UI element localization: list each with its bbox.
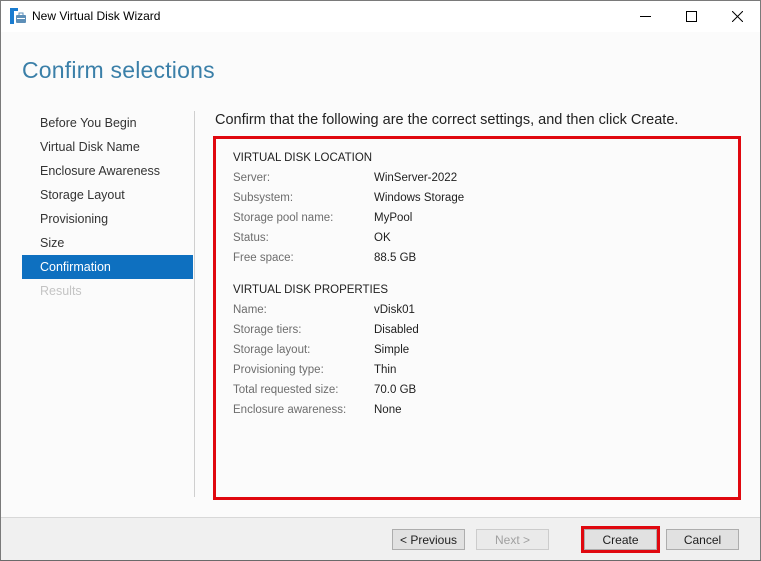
row-value: Windows Storage (374, 192, 465, 204)
row-label: Name: (233, 304, 267, 316)
intro-text: Confirm that the following are the corre… (215, 112, 679, 128)
row-label: Provisioning type: (233, 364, 324, 376)
row-label: Storage layout: (233, 344, 311, 356)
next-button: Next > (476, 529, 549, 550)
nav-item-confirmation[interactable]: Confirmation (22, 255, 193, 279)
nav-divider (194, 111, 195, 497)
window-title: New Virtual Disk Wizard (32, 9, 161, 23)
row-value: MyPool (374, 212, 413, 224)
nav-item-virtual-disk-name[interactable]: Virtual Disk Name (22, 135, 193, 159)
summary-row: Storage pool name: MyPool (233, 212, 713, 232)
nav-item-before-you-begin[interactable]: Before You Begin (22, 111, 193, 135)
row-value: WinServer-2022 (374, 172, 458, 184)
page-title: Confirm selections (22, 57, 215, 83)
close-button[interactable] (714, 1, 760, 32)
nav-item-results: Results (40, 284, 82, 298)
row-label: Status: (233, 232, 269, 244)
row-value: Thin (374, 364, 397, 376)
summary-row: Enclosure awareness: None (233, 404, 713, 424)
wizard-window: New Virtual Disk Wizard Confirm selectio… (0, 0, 761, 561)
close-icon (731, 11, 743, 22)
summary-row: Storage tiers: Disabled (233, 324, 713, 344)
row-label: Storage tiers: (233, 324, 302, 336)
previous-button[interactable]: < Previous (392, 529, 465, 550)
nav-item-enclosure-awareness[interactable]: Enclosure Awareness (22, 159, 193, 183)
section-title-properties: VIRTUAL DISK PROPERTIES (233, 284, 389, 296)
summary-row: Server: WinServer-2022 (233, 172, 713, 192)
cancel-button[interactable]: Cancel (666, 529, 739, 550)
nav-item-size[interactable]: Size (22, 231, 193, 255)
nav-item-provisioning[interactable]: Provisioning (22, 207, 193, 231)
row-label: Subsystem: (233, 192, 294, 204)
summary-row: Subsystem: Windows Storage (233, 192, 713, 212)
summary-row: Storage layout: Simple (233, 344, 713, 364)
summary-row: Free space: 88.5 GB (233, 252, 713, 272)
row-value: vDisk01 (374, 304, 415, 316)
row-label: Server: (233, 172, 271, 184)
minimize-button[interactable] (622, 1, 668, 32)
section-title-location: VIRTUAL DISK LOCATION (233, 152, 373, 164)
minimize-icon (639, 16, 651, 17)
row-label: Total requested size: (233, 384, 339, 396)
wizard-nav: Before You Begin Virtual Disk Name Enclo… (22, 111, 193, 303)
summary-row: Provisioning type: Thin (233, 364, 713, 384)
row-value: None (374, 404, 402, 416)
summary-row: Name: vDisk01 (233, 304, 713, 324)
create-button[interactable]: Create (581, 526, 660, 553)
confirmation-summary: VIRTUAL DISK LOCATION Server: WinServer-… (213, 136, 741, 500)
maximize-button[interactable] (668, 1, 714, 32)
summary-row: Total requested size: 70.0 GB (233, 384, 713, 404)
summary-row: Status: OK (233, 232, 713, 252)
wizard-footer: < Previous Next > Create Cancel (1, 517, 760, 560)
row-label: Storage pool name: (233, 212, 334, 224)
row-value: OK (374, 232, 391, 244)
server-manager-icon (10, 8, 26, 24)
row-label: Free space: (233, 252, 294, 264)
row-label: Enclosure awareness: (233, 404, 347, 416)
row-value: Disabled (374, 324, 419, 336)
row-value: 88.5 GB (374, 252, 417, 264)
nav-item-storage-layout[interactable]: Storage Layout (22, 183, 193, 207)
row-value: 70.0 GB (374, 384, 417, 396)
title-bar: New Virtual Disk Wizard (1, 1, 760, 32)
maximize-icon (685, 11, 697, 22)
row-value: Simple (374, 344, 410, 356)
